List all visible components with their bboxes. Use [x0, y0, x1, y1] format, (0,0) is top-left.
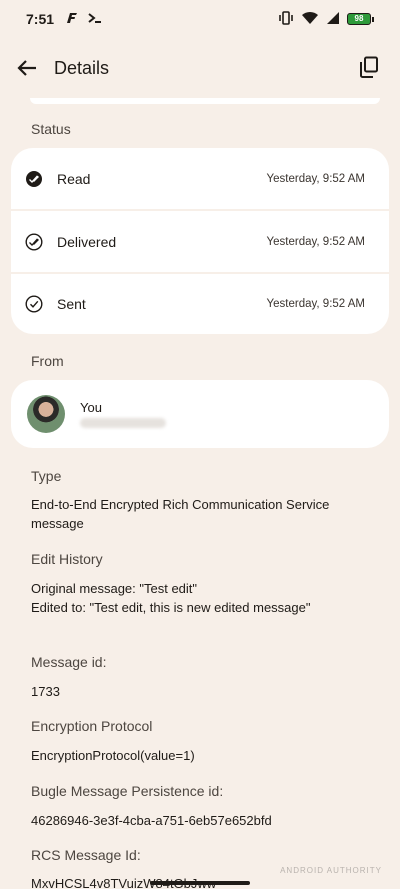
status-row-sent: Sent Yesterday, 9:52 AM	[11, 274, 389, 334]
battery-level: 98	[347, 13, 371, 25]
edit-history-label: Edit History	[31, 551, 103, 567]
terminal-icon	[88, 11, 102, 27]
status-time: Yesterday, 9:52 AM	[266, 235, 365, 248]
edit-history-original: Original message: "Test edit"	[31, 581, 198, 596]
arrow-back-icon	[17, 60, 36, 76]
status-time: 7:51	[26, 11, 55, 27]
watermark: ANDROID AUTHORITY	[280, 866, 382, 875]
read-check-icon	[25, 170, 43, 188]
status-time: Yesterday, 9:52 AM	[266, 298, 365, 310]
sent-check-icon	[25, 295, 43, 313]
encryption-protocol-label: Encryption Protocol	[31, 718, 153, 734]
gesture-nav-handle[interactable]	[150, 881, 250, 885]
app-bar: Details	[0, 44, 400, 92]
type-label: Type	[31, 468, 62, 484]
copy-icon	[360, 56, 378, 78]
type-value: End-to-End Encrypted Rich Communication …	[31, 497, 330, 531]
status-label: Read	[57, 170, 91, 187]
status-bar: 7:51 98	[0, 0, 400, 38]
delivered-check-icon	[25, 232, 43, 251]
status-section-label: Status	[31, 121, 71, 137]
page-title: Details	[54, 58, 110, 78]
from-section-label: From	[31, 353, 64, 369]
message-id-label: Message id:	[31, 654, 107, 670]
from-card[interactable]: You	[11, 380, 389, 448]
wifi-icon	[301, 11, 319, 28]
status-label: Sent	[57, 296, 86, 312]
app-notification-icon	[66, 11, 78, 27]
status-row-delivered: Delivered Yesterday, 9:52 AM	[11, 211, 389, 272]
battery-icon: 98	[347, 13, 374, 25]
status-label: Delivered	[57, 233, 117, 250]
vibrate-icon	[278, 10, 294, 28]
previous-card-edge	[30, 98, 380, 104]
bugle-id-label: Bugle Message Persistence id:	[31, 783, 224, 799]
status-time: Yesterday, 9:52 AM	[266, 172, 365, 185]
avatar	[27, 395, 65, 433]
edit-history-edited: Edited to: "Test edit, this is new edite…	[31, 600, 311, 615]
encryption-protocol-value: EncryptionProtocol(value=1)	[31, 748, 195, 763]
signal-icon	[326, 11, 340, 28]
message-id-value: 1733	[31, 684, 60, 699]
back-button[interactable]	[14, 56, 40, 80]
sender-number-redacted	[80, 418, 166, 428]
status-card: Read Yesterday, 9:52 AM Delivered Yester…	[11, 148, 389, 334]
status-row-read: Read Yesterday, 9:52 AM	[11, 148, 389, 209]
bugle-id-value: 46286946-3e3f-4cba-a751-6eb57e652bfd	[31, 813, 272, 828]
copy-button[interactable]	[356, 54, 382, 80]
rcs-message-id-label: RCS Message Id:	[31, 847, 141, 863]
sender-name: You	[80, 400, 102, 415]
